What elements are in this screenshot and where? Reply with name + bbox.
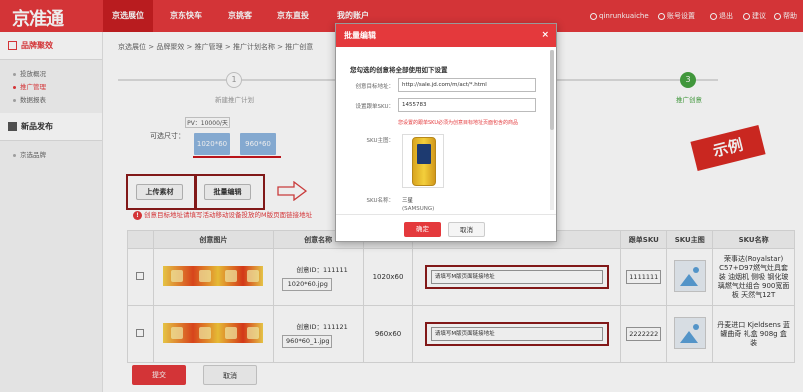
sku-name-value: 三星 xyxy=(402,198,414,204)
batch-edit-modal: 批量编辑 × 您勾选的创意将全部使用如下设置 创意目标地址： http://sal… xyxy=(335,23,557,242)
sku-product-image xyxy=(402,134,444,188)
modal-header: 批量编辑 × xyxy=(336,24,556,47)
modal-scrollbar[interactable] xyxy=(550,50,554,210)
modal-intro: 您勾选的创意将全部使用如下设置 xyxy=(350,66,448,74)
phone-case-image xyxy=(412,137,436,186)
sku-name-value-2: (SAMSUNG) xyxy=(402,206,435,212)
sku-hint: 您设置的跟单SKU必须为创意目标地址页面包含的商品 xyxy=(398,120,518,126)
sku-label: 设置跟单SKU： xyxy=(355,104,394,110)
modal-sku-input[interactable]: 1455783 xyxy=(398,98,536,112)
image-label: SKU主图： xyxy=(366,138,394,144)
modal-ok-button[interactable]: 确定 xyxy=(404,222,441,237)
modal-cancel-button[interactable]: 取消 xyxy=(448,222,485,237)
name-label: SKU名称： xyxy=(366,198,394,204)
close-icon[interactable]: × xyxy=(541,24,549,47)
url-label: 创意目标地址： xyxy=(355,84,394,90)
modal-title: 批量编辑 xyxy=(344,31,376,40)
modal-url-input[interactable]: http://sale.jd.com/m/act/*.html xyxy=(398,78,536,92)
